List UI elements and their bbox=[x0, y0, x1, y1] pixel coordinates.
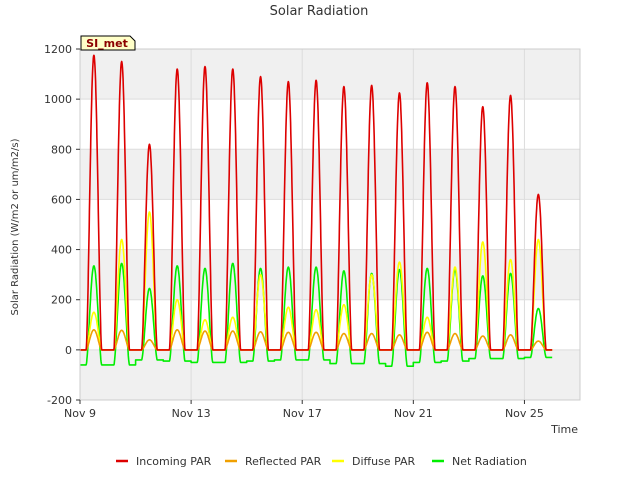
y-tick-label: 800 bbox=[51, 143, 72, 156]
solar-radiation-chart: Solar Radiation -200 0 200 400 600 800 1000 120… bbox=[10, 4, 581, 468]
legend-label: Incoming PAR bbox=[136, 455, 212, 468]
plot-band bbox=[80, 149, 580, 200]
y-tick-label: 0 bbox=[65, 344, 72, 357]
y-tick-label: 1000 bbox=[44, 93, 72, 106]
legend-label: Reflected PAR bbox=[245, 455, 322, 468]
y-tick-label: 200 bbox=[51, 294, 72, 307]
legend-label: Diffuse PAR bbox=[352, 455, 416, 468]
y-tick-label: 600 bbox=[51, 193, 72, 206]
legend-label: Net Radiation bbox=[452, 455, 527, 468]
x-axis-ticks: Nov 9 Nov 13 Nov 17 Nov 21 Nov 25 bbox=[64, 400, 544, 420]
y-axis-label: Solar Radiation (W/m2 or um/m2/s) bbox=[10, 138, 21, 315]
site-tag-label: SI_met bbox=[86, 37, 128, 50]
site-tag: SI_met bbox=[80, 35, 136, 51]
x-tick-label: Nov 17 bbox=[283, 407, 322, 420]
chart-title: Solar Radiation bbox=[270, 4, 369, 19]
plot-band bbox=[80, 349, 580, 400]
x-tick-label: Nov 21 bbox=[394, 407, 433, 420]
plot-band bbox=[80, 49, 580, 100]
x-tick-label: Nov 13 bbox=[172, 407, 211, 420]
y-tick-label: 1200 bbox=[44, 43, 72, 56]
legend: Incoming PAR Reflected PAR Diffuse PAR Net … bbox=[116, 455, 527, 468]
x-tick-label: Nov 25 bbox=[505, 407, 544, 420]
legend-item: Incoming PAR bbox=[116, 455, 212, 468]
x-axis-label: Time bbox=[550, 423, 578, 436]
y-tick-label: 400 bbox=[51, 244, 72, 257]
y-tick-label: -200 bbox=[47, 394, 72, 407]
legend-item: Reflected PAR bbox=[225, 455, 322, 468]
x-tick-label: Nov 9 bbox=[64, 407, 96, 420]
legend-item: Net Radiation bbox=[432, 455, 527, 468]
y-axis-ticks: -200 0 200 400 600 800 1000 1200 bbox=[44, 43, 80, 407]
legend-item: Diffuse PAR bbox=[332, 455, 416, 468]
